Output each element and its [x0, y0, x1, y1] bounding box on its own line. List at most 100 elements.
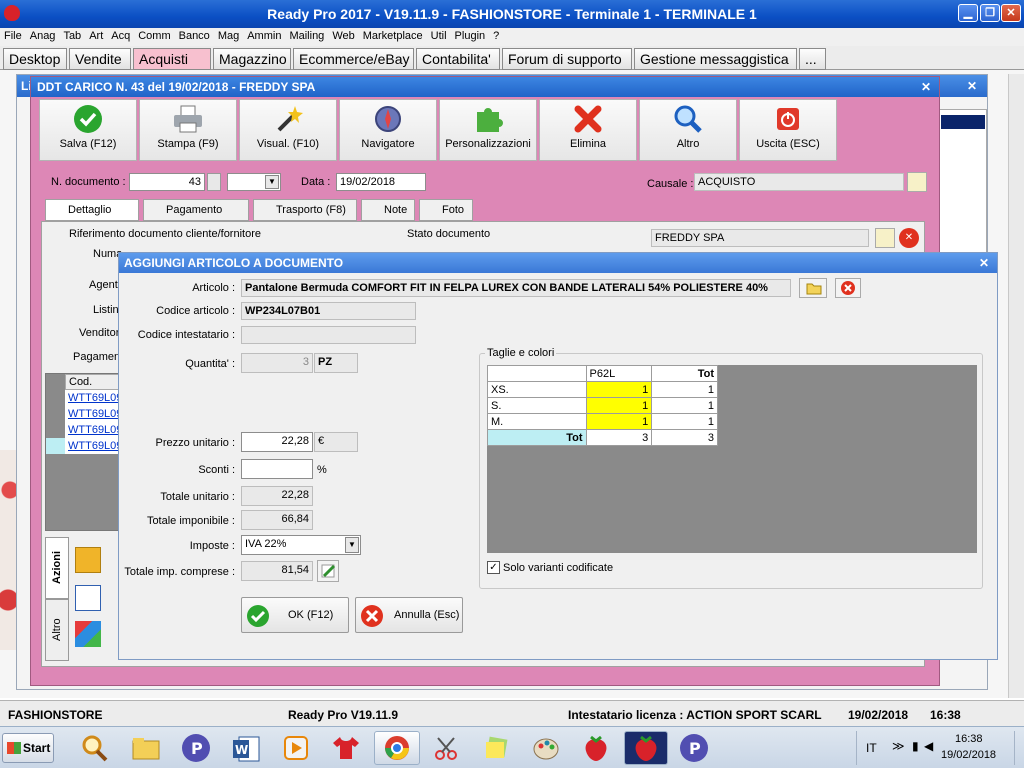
doc-number-lookup-button[interactable] [207, 173, 221, 191]
vertical-scrollbar[interactable] [1008, 74, 1024, 698]
menu-banco[interactable]: Banco [175, 28, 214, 42]
tab-trasporto[interactable]: Trasporto (F8) [253, 199, 357, 221]
clock-date[interactable]: 19/02/2018 [941, 749, 996, 761]
app-p-icon[interactable]: P [178, 731, 214, 765]
fornitore-folder-icon[interactable] [875, 228, 895, 248]
paint-icon[interactable] [528, 731, 564, 765]
dialog-titlebar: AGGIUNGI ARTICOLO A DOCUMENTO ✕ [119, 253, 997, 273]
menu-acq[interactable]: Acq [107, 28, 134, 42]
side-tab-altro[interactable]: Altro [45, 599, 69, 661]
shirt-icon[interactable] [328, 731, 364, 765]
grid-qty-xs[interactable]: 1 [585, 381, 653, 398]
edit-pencil-icon[interactable] [317, 560, 339, 582]
tab-acquisti[interactable]: Acquisti ✕ [133, 48, 211, 87]
table-row[interactable]: WTT69L09 [65, 406, 122, 422]
doc-number-field[interactable]: 43 [129, 173, 205, 191]
tab-pagamento[interactable]: Pagamento (F6) [143, 199, 249, 236]
sconti-field[interactable] [241, 459, 313, 479]
grid-qty-m[interactable]: 1 [585, 413, 653, 430]
menu-marketplace[interactable]: Marketplace [359, 28, 427, 42]
tab-contabilita[interactable]: Contabilita' [416, 48, 500, 70]
maximize-button[interactable]: ❐ [980, 4, 1000, 22]
menu-file[interactable]: File [0, 28, 26, 42]
background-close-icon[interactable]: ✕ [967, 75, 977, 97]
menu-art[interactable]: Art [85, 28, 107, 42]
prezzo-field[interactable]: 22,28 [241, 432, 313, 452]
ready-pro-active-icon[interactable] [624, 731, 668, 765]
tab-desktop[interactable]: Desktop [3, 48, 67, 70]
delete-x-icon [574, 105, 602, 133]
imposte-select[interactable]: IVA 22% ▼ [241, 535, 361, 555]
tab-more[interactable]: ... [799, 48, 826, 70]
clock-time[interactable]: 16:38 [955, 733, 983, 745]
grid-qty-s[interactable]: 1 [585, 397, 653, 414]
table-row[interactable]: WTT69L09 [65, 438, 122, 454]
tab-ecommerce[interactable]: Ecommerce/eBay [293, 48, 414, 70]
language-indicator[interactable]: IT [866, 741, 877, 755]
menu-tab[interactable]: Tab [59, 28, 85, 42]
menu-anag[interactable]: Anag [26, 28, 60, 42]
tab-forum[interactable]: Forum di supporto [502, 48, 632, 70]
word-icon[interactable]: W [228, 731, 264, 765]
tab-messaggistica[interactable]: Gestione messaggistica [634, 48, 797, 70]
cancel-button[interactable]: Annulla (Esc) [355, 597, 463, 633]
close-button[interactable]: ✕ [1001, 4, 1021, 22]
media-player-icon[interactable] [278, 731, 314, 765]
add-row-icon[interactable] [75, 547, 101, 573]
delete-button[interactable]: Elimina [539, 99, 637, 161]
articolo-clear-icon[interactable] [835, 278, 861, 298]
save-button[interactable]: Salva (F12) [39, 99, 137, 161]
chrome-icon[interactable] [374, 731, 420, 765]
background-panel [939, 109, 987, 269]
tab-dettaglio[interactable]: Dettaglio (F5) [45, 199, 139, 236]
preview-button[interactable]: Visual. (F10) [239, 99, 337, 161]
shapes-icon[interactable] [75, 621, 101, 647]
start-button[interactable]: Start [2, 733, 54, 763]
tray-overflow-icon[interactable]: ≫ [892, 739, 905, 753]
articolo-folder-icon[interactable] [799, 278, 827, 298]
customize-button[interactable]: Personalizzazioni [439, 99, 537, 161]
doc-series-select[interactable]: ▼ [227, 173, 281, 191]
menu-mag[interactable]: Mag [214, 28, 243, 42]
exit-button[interactable]: Uscita (ESC) [739, 99, 837, 161]
table-row[interactable]: WTT69L09 [65, 422, 122, 438]
menu-web[interactable]: Web [328, 28, 358, 42]
network-icon[interactable]: ▮ [912, 739, 919, 753]
checklist-icon[interactable] [75, 585, 101, 611]
dialog-close-icon[interactable]: ✕ [979, 253, 989, 273]
tab-vendite[interactable]: Vendite [69, 48, 131, 70]
volume-icon[interactable]: ◀ [924, 739, 933, 753]
print-button[interactable]: Stampa (F9) [139, 99, 237, 161]
fornitore-clear-icon[interactable]: ✕ [899, 228, 919, 248]
file-explorer-icon[interactable] [128, 731, 164, 765]
table-row[interactable]: WTT69L09 [65, 390, 122, 406]
tab-foto[interactable]: Foto [419, 199, 473, 221]
menu-help[interactable]: ? [489, 28, 503, 42]
causale-folder-icon[interactable] [907, 172, 927, 192]
date-field[interactable]: 19/02/2018 [336, 173, 426, 191]
side-tab-azioni[interactable]: Azioni [45, 537, 69, 599]
menu-util[interactable]: Util [427, 28, 451, 42]
minimize-button[interactable]: ▁ [958, 4, 978, 22]
menu-comm[interactable]: Comm [134, 28, 174, 42]
grid-header-tot: Tot [651, 365, 718, 382]
tab-note[interactable]: Note [361, 199, 415, 221]
menu-ammin[interactable]: Ammin [243, 28, 285, 42]
sticky-notes-icon[interactable] [478, 731, 514, 765]
navigator-button[interactable]: Navigatore [339, 99, 437, 161]
menu-mailing[interactable]: Mailing [285, 28, 328, 42]
prezzo-label: Prezzo unitario : [155, 437, 235, 449]
snipping-tool-icon[interactable] [428, 731, 464, 765]
grid-tot-xs: 1 [651, 381, 718, 398]
search-icon[interactable] [76, 731, 112, 765]
tab-magazzino[interactable]: Magazzino [213, 48, 291, 70]
menu-plugin[interactable]: Plugin [451, 28, 490, 42]
solo-varianti-checkbox[interactable]: ✓ [487, 561, 500, 574]
show-desktop-button[interactable] [1014, 731, 1022, 765]
ddt-close-icon[interactable]: ✕ [921, 77, 931, 97]
other-button[interactable]: Altro [639, 99, 737, 161]
strawberry-app-icon[interactable] [578, 731, 614, 765]
app-p2-icon[interactable]: P [676, 731, 712, 765]
puzzle-icon [477, 108, 503, 132]
ok-button[interactable]: OK (F12) [241, 597, 349, 633]
